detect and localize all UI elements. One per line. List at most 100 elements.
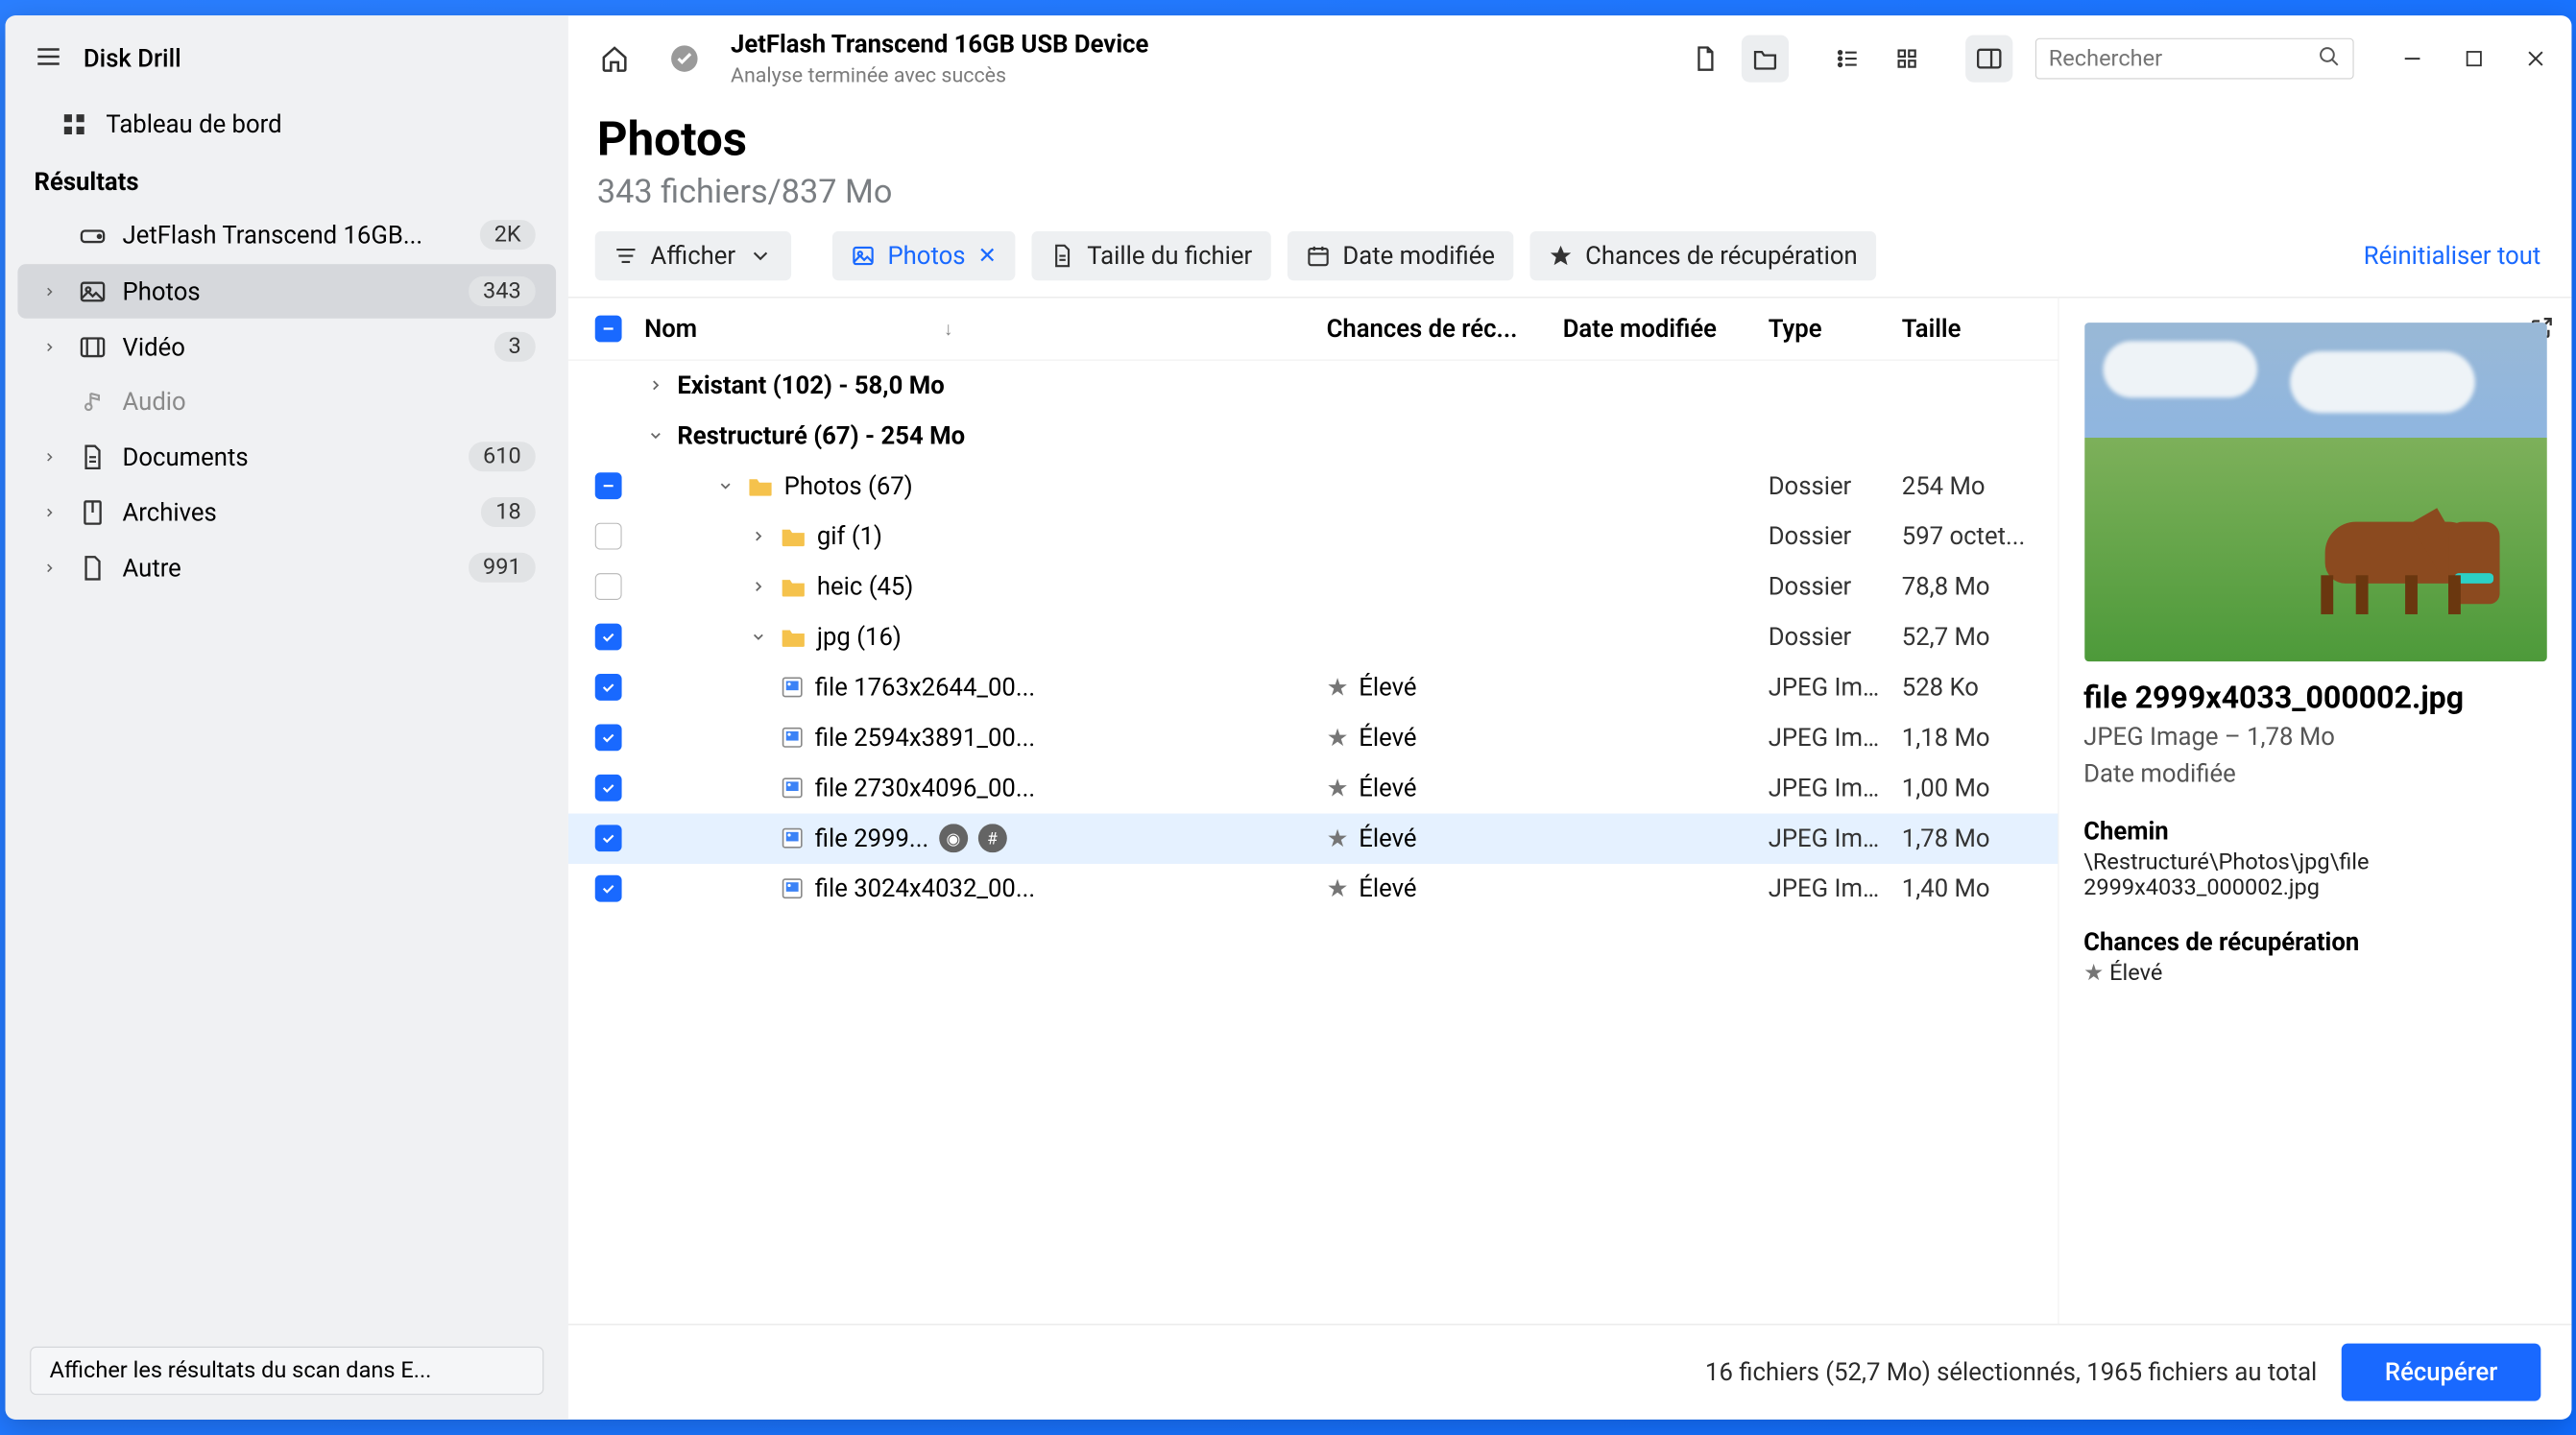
preview-filename: file 2999x4033_000002.jpg	[2077, 680, 2552, 715]
sidebar-item-vidéo[interactable]: Vidéo3	[17, 320, 556, 374]
sidebar-item-documents[interactable]: Documents610	[17, 429, 556, 484]
table-row[interactable]: file 2730x4096_00...★ÉlevéJPEG Im...1,00…	[567, 763, 2058, 813]
chevron-icon[interactable]	[747, 629, 770, 645]
sidebar-item-photos[interactable]: Photos343	[17, 264, 556, 319]
filter-chip-close-icon[interactable]: ✕	[977, 243, 997, 269]
sidebar-device-label: JetFlash Transcend 16GB...	[122, 221, 465, 250]
sidebar-item-audio: Audio	[17, 375, 556, 429]
window-maximize-icon[interactable]	[2458, 43, 2489, 74]
sort-arrow-icon: ↓	[943, 318, 952, 339]
chevron-right-icon[interactable]	[42, 284, 62, 299]
view-folder-icon[interactable]	[1741, 35, 1788, 82]
chevron-icon[interactable]	[747, 528, 770, 544]
table-row[interactable]: jpg (16)Dossier52,7 Mo	[567, 612, 2058, 662]
row-recovery: Élevé	[1359, 723, 1416, 752]
chevron-right-icon[interactable]	[42, 340, 62, 354]
table-row[interactable]: gif (1)Dossier597 octet...	[567, 512, 2058, 562]
chevron-icon[interactable]	[747, 579, 770, 595]
table-header: Nom ↓ Chances de réc... Date modifiée Ty…	[567, 298, 2058, 360]
image-file-icon	[780, 776, 805, 801]
table-row[interactable]: file 2594x3891_00...★ÉlevéJPEG Im...1,18…	[567, 713, 2058, 763]
row-size: 1,18 Mo	[1891, 723, 2045, 752]
chevron-icon[interactable]	[713, 478, 736, 494]
chevron-down-icon[interactable]	[644, 427, 667, 443]
device-title: JetFlash Transcend 16GB USB Device	[730, 30, 1147, 59]
video-icon	[77, 335, 108, 358]
group-label: Existant (102) - 58,0 Mo	[677, 371, 944, 399]
row-checkbox[interactable]	[594, 825, 621, 851]
row-checkbox[interactable]	[594, 724, 621, 751]
filter-show-label: Afficher	[650, 242, 735, 271]
search-input[interactable]	[2048, 46, 2307, 72]
row-checkbox[interactable]	[594, 775, 621, 801]
preview-image	[2083, 323, 2546, 661]
row-checkbox[interactable]	[594, 472, 621, 499]
column-date[interactable]: Date modifiée	[1552, 315, 1757, 344]
filter-chip-recovery[interactable]: Chances de récupération	[1529, 231, 1876, 280]
column-name[interactable]: Nom ↓	[634, 315, 1315, 344]
filter-chip-filesize[interactable]: Taille du fichier	[1031, 231, 1270, 280]
chevron-right-icon[interactable]	[42, 561, 62, 575]
row-name: Photos (67)	[783, 471, 912, 500]
filter-chip-date[interactable]: Date modifiée	[1287, 231, 1513, 280]
topbar: JetFlash Transcend 16GB USB Device Analy…	[567, 15, 2571, 98]
table-row[interactable]: file 3024x4032_00...★ÉlevéJPEG Im...1,40…	[567, 864, 2058, 914]
image-icon	[77, 280, 108, 303]
row-size: 1,40 Mo	[1891, 874, 2045, 903]
table-row[interactable]: heic (45)Dossier78,8 Mo	[567, 562, 2058, 611]
row-type: JPEG Im...	[1757, 723, 1890, 752]
preview-eye-icon[interactable]: ◉	[938, 824, 967, 852]
row-checkbox[interactable]	[594, 573, 621, 600]
table-row[interactable]: file 1763x2644_00...★ÉlevéJPEG Im...528 …	[567, 662, 2058, 712]
row-checkbox[interactable]	[594, 674, 621, 701]
group-label: Restructuré (67) - 254 Mo	[677, 421, 965, 450]
doc-icon	[77, 443, 108, 470]
menu-icon[interactable]	[34, 42, 62, 75]
row-name: heic (45)	[816, 572, 912, 601]
row-checkbox[interactable]	[594, 523, 621, 550]
select-all-checkbox[interactable]	[594, 316, 621, 343]
filter-chip-label: Taille du fichier	[1087, 242, 1252, 271]
view-grid-icon[interactable]	[1883, 35, 1930, 82]
home-icon[interactable]	[590, 35, 638, 82]
chevron-right-icon[interactable]	[644, 377, 667, 394]
folder-icon	[747, 474, 774, 497]
table-row[interactable]: Photos (67)Dossier254 Mo	[567, 462, 2058, 512]
sidebar-device[interactable]: JetFlash Transcend 16GB... 2K	[17, 207, 556, 262]
sidebar-item-archives[interactable]: Archives18	[17, 485, 556, 539]
image-file-icon	[780, 825, 805, 850]
table-row[interactable]: file 2999... ◉ #★ÉlevéJPEG Im...1,78 Mo	[567, 814, 2058, 864]
column-type[interactable]: Type	[1757, 315, 1890, 344]
group-restructure[interactable]: Restructuré (67) - 254 Mo	[567, 411, 2058, 461]
sidebar-footer-button[interactable]: Afficher les résultats du scan dans E...	[30, 1347, 543, 1395]
row-checkbox[interactable]	[594, 875, 621, 902]
row-checkbox[interactable]	[594, 624, 621, 651]
column-size[interactable]: Taille	[1891, 315, 2045, 344]
view-file-icon[interactable]	[1681, 35, 1728, 82]
preview-rec-label: Chances de récupération	[2077, 900, 2552, 960]
row-size: 1,78 Mo	[1891, 824, 2045, 852]
image-file-icon	[780, 876, 805, 901]
folder-icon	[780, 575, 807, 598]
sidebar-item-count: 991	[469, 553, 536, 583]
sidebar-item-autre[interactable]: Autre991	[17, 540, 556, 595]
group-existant[interactable]: Existant (102) - 58,0 Mo	[567, 361, 2058, 411]
sidebar-item-count: 610	[469, 442, 536, 471]
window-close-icon[interactable]	[2519, 43, 2550, 74]
toggle-preview-icon[interactable]	[1965, 35, 2012, 82]
folder-icon	[780, 626, 807, 649]
row-size: 528 Ko	[1891, 673, 2045, 702]
sidebar-dashboard[interactable]: Tableau de bord	[5, 96, 567, 154]
view-list-icon[interactable]	[1823, 35, 1870, 82]
filter-reset-link[interactable]: Réinitialiser tout	[2363, 242, 2555, 271]
window-minimize-icon[interactable]	[2396, 43, 2427, 74]
search-box[interactable]	[2034, 38, 2353, 80]
row-type: JPEG Im...	[1757, 774, 1890, 802]
chevron-right-icon[interactable]	[42, 505, 62, 519]
column-recovery[interactable]: Chances de réc...	[1315, 315, 1552, 344]
chevron-right-icon[interactable]	[42, 449, 62, 464]
hex-icon[interactable]: #	[977, 824, 1006, 852]
recover-button[interactable]: Récupérer	[2341, 1344, 2540, 1401]
filter-chip-photos[interactable]: Photos ✕	[831, 231, 1015, 280]
filter-show-button[interactable]: Afficher	[594, 231, 790, 280]
